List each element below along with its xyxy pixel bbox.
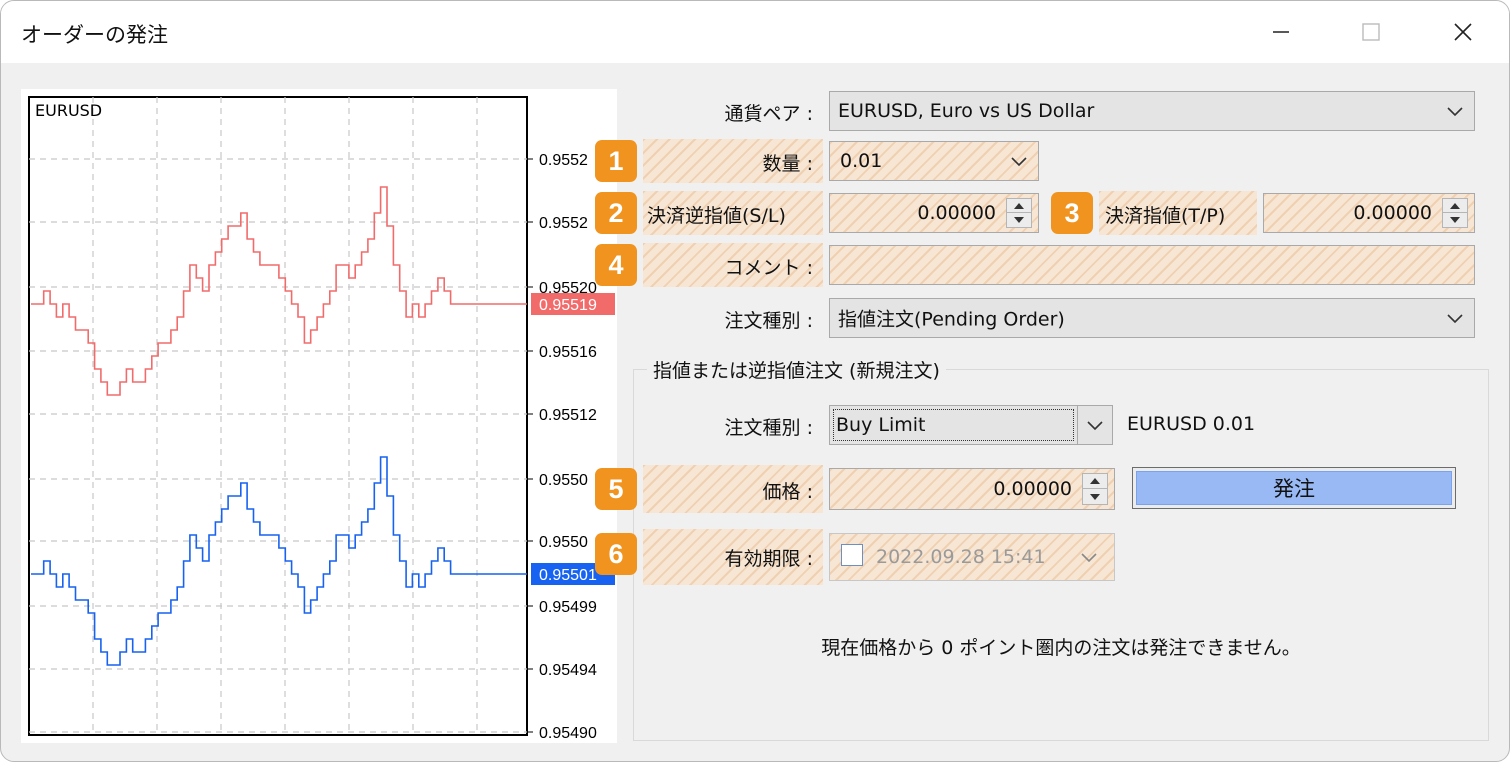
price-label: 価格 : <box>762 481 813 503</box>
triangle-up-icon <box>1014 202 1024 209</box>
close-button[interactable] <box>1443 15 1483 49</box>
plot-frame <box>28 96 528 736</box>
minimize-icon <box>1273 31 1289 33</box>
comment-input[interactable] <box>829 245 1475 285</box>
y-tick-label: 0.95516 <box>539 344 597 361</box>
chevron-down-icon <box>1011 157 1027 167</box>
spin-up-button[interactable] <box>1007 199 1031 213</box>
y-tick-label: 0.9550 <box>539 534 588 551</box>
maximize-button[interactable] <box>1351 15 1391 49</box>
window-title: オーダーの発注 <box>21 23 168 47</box>
price-spinner[interactable] <box>1082 473 1108 505</box>
bid-price-tag-label: 0.95519 <box>539 297 597 314</box>
title-bar[interactable]: オーダーの発注 <box>1 1 1509 63</box>
y-tick-label: 0.95490 <box>539 725 597 742</box>
volume-select[interactable]: 0.01 <box>829 141 1039 181</box>
sl-spinner[interactable] <box>1006 198 1032 228</box>
minimize-button[interactable] <box>1261 15 1301 49</box>
triangle-up-icon <box>1090 478 1100 484</box>
expiry-value: 2022.09.28 15:41 <box>876 546 1046 568</box>
spin-down-button[interactable] <box>1007 213 1031 227</box>
chevron-down-icon <box>1447 107 1463 117</box>
select-divider <box>1077 406 1078 444</box>
order-summary: EURUSD 0.01 <box>1127 413 1256 435</box>
maximize-icon <box>1362 23 1380 41</box>
triangle-up-icon <box>1450 202 1460 209</box>
expiry-checkbox[interactable] <box>841 544 863 566</box>
sl-input[interactable]: 0.00000 <box>829 193 1039 233</box>
badge-3: 3 <box>1051 192 1093 234</box>
y-tick-label: 0.95499 <box>539 599 597 616</box>
spin-up-button[interactable] <box>1443 199 1467 213</box>
order-type-select[interactable]: Buy Limit <box>829 405 1113 445</box>
triangle-down-icon <box>1014 217 1024 223</box>
close-icon <box>1454 23 1472 41</box>
tick-chart-svg: 0.95520.95520.955200.955160.955120.95500… <box>28 96 615 742</box>
spin-down-button[interactable] <box>1443 213 1467 227</box>
spin-up-button[interactable] <box>1083 474 1107 489</box>
y-tick-label: 0.9550 <box>539 472 588 489</box>
tp-label: 決済指値(T/P) <box>1105 205 1226 227</box>
chart-symbol-label: EURUSD <box>35 101 103 120</box>
badge-5: 5 <box>595 468 637 510</box>
chevron-down-icon <box>1087 421 1103 431</box>
tp-input-value: 0.00000 <box>1353 202 1432 224</box>
spin-down-button[interactable] <box>1083 489 1107 504</box>
price-input[interactable]: 0.00000 <box>829 468 1115 510</box>
chevron-down-icon <box>1447 314 1463 324</box>
triangle-down-icon <box>1090 493 1100 500</box>
badge-2: 2 <box>595 192 637 234</box>
place-order-button[interactable]: 発注 <box>1132 467 1456 509</box>
triangle-down-icon <box>1450 217 1460 223</box>
min-distance-notice: 現在価格から 0 ポイント圏内の注文は発注できません。 <box>821 637 1301 659</box>
pending-group-title: 指値または逆指値注文 (新規注文) <box>647 356 946 383</box>
order-type-select-value: Buy Limit <box>836 414 926 436</box>
chevron-down-icon <box>1081 553 1097 563</box>
y-tick-label: 0.95512 <box>539 407 597 424</box>
symbol-select[interactable]: EURUSD, Euro vs US Dollar <box>829 91 1475 131</box>
volume-select-value: 0.01 <box>840 150 883 172</box>
sl-input-value: 0.00000 <box>917 202 996 224</box>
order-window: オーダーの発注 0.9552 0.9552 0.95520 0.95516 0.9551… <box>0 0 1510 762</box>
expiry-datetime-picker[interactable]: 2022.09.28 15:41 <box>829 533 1115 581</box>
type-select[interactable]: 指値注文(Pending Order) <box>829 298 1475 338</box>
tick-chart: 0.9552 0.9552 0.95520 0.95516 0.95512 0.9550 0… <box>21 89 617 743</box>
comment-label: コメント : <box>724 257 813 279</box>
y-tick-label: 0.9552 <box>539 152 588 169</box>
symbol-label: 通貨ペア : <box>724 103 813 125</box>
sl-label: 決済逆指値(S/L) <box>647 205 786 227</box>
badge-1: 1 <box>595 140 637 182</box>
symbol-select-value: EURUSD, Euro vs US Dollar <box>838 100 1095 122</box>
badge-6: 6 <box>595 533 637 575</box>
volume-label: 数量 : <box>762 153 813 175</box>
price-input-value: 0.00000 <box>993 478 1072 500</box>
tp-input[interactable]: 0.00000 <box>1263 193 1475 233</box>
place-order-button-label: 発注 <box>1136 471 1452 505</box>
ask-price-tag-label: 0.95501 <box>539 567 597 584</box>
y-tick-label: 0.95494 <box>539 662 597 679</box>
badge-4: 4 <box>595 244 637 286</box>
type-label: 注文種別 : <box>724 310 813 332</box>
expiry-label: 有効期限 : <box>724 548 813 570</box>
type-select-value: 指値注文(Pending Order) <box>838 308 1065 331</box>
order-type-label: 注文種別 : <box>724 417 813 439</box>
tp-spinner[interactable] <box>1442 198 1468 228</box>
y-tick-label: 0.9552 <box>539 215 588 232</box>
